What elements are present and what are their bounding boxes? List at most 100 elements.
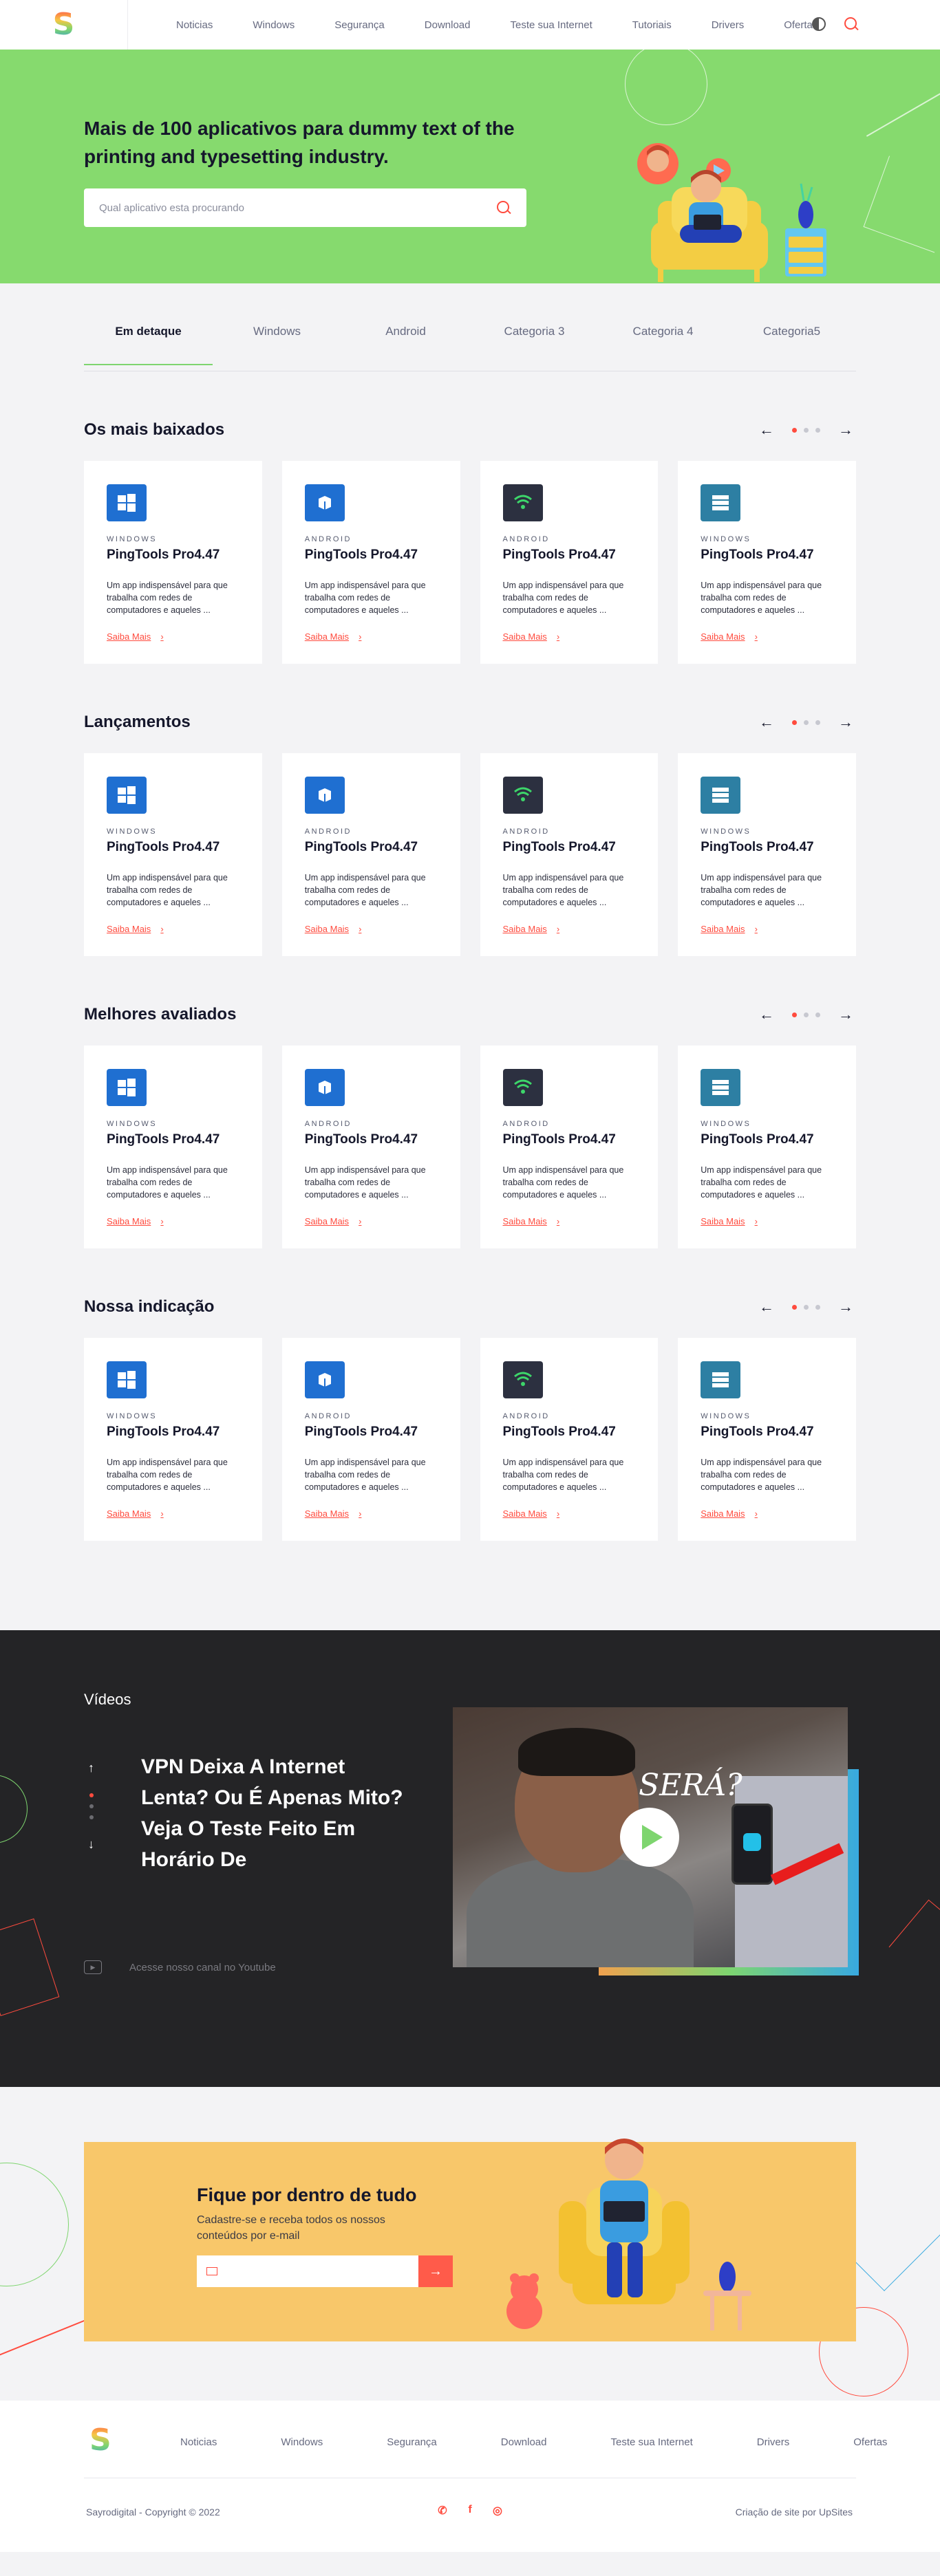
app-card[interactable]: WINDOWS PingTools Pro4.47 Um app indispe… — [84, 753, 262, 956]
site-credit[interactable]: Criação de site por UpSites — [736, 2507, 853, 2518]
pager-dot[interactable] — [804, 719, 809, 725]
arrow-right-icon[interactable]: → — [838, 715, 853, 730]
footer-nav-drivers[interactable]: Drivers — [757, 2436, 790, 2448]
app-card[interactable]: WINDOWS PingTools Pro4.47 Um app indispe… — [84, 1046, 262, 1248]
read-more-link[interactable]: Saiba Mais › — [107, 924, 164, 934]
app-card[interactable]: ANDROID PingTools Pro4.47 Um app indispe… — [480, 1046, 659, 1248]
subscribe-button[interactable]: → — [418, 2255, 453, 2287]
pager-dot[interactable] — [792, 1304, 797, 1310]
instagram-icon[interactable]: ◎ — [491, 2504, 504, 2518]
nav-noticias[interactable]: Noticias — [176, 19, 213, 31]
nav-teste-internet[interactable]: Teste sua Internet — [511, 19, 592, 31]
arrow-down-icon[interactable]: ↓ — [88, 1837, 94, 1852]
youtube-link[interactable]: ▶ Acesse nosso canal no Youtube — [84, 1960, 276, 1974]
app-title[interactable]: PingTools Pro4.47 — [305, 840, 438, 855]
pager-dot[interactable] — [89, 1815, 94, 1819]
arrow-right-icon[interactable]: → — [838, 1007, 853, 1022]
search-icon[interactable] — [496, 200, 511, 215]
read-more-link[interactable]: Saiba Mais › — [305, 1216, 362, 1226]
pager-dot[interactable] — [792, 1012, 797, 1017]
arrow-up-icon[interactable]: ↑ — [88, 1761, 94, 1775]
app-card[interactable]: ANDROID PingTools Pro4.47 Um app indispe… — [480, 1338, 659, 1541]
read-more-link[interactable]: Saiba Mais › — [305, 1508, 362, 1519]
arrow-left-icon[interactable]: ← — [759, 1299, 774, 1314]
app-card[interactable]: WINDOWS PingTools Pro4.47 Um app indispe… — [84, 461, 262, 664]
email-field[interactable] — [226, 2266, 409, 2277]
read-more-link[interactable]: Saiba Mais › — [503, 1216, 560, 1226]
pager-dot[interactable] — [792, 427, 797, 433]
app-card[interactable]: ANDROID PingTools Pro4.47 Um app indispe… — [281, 1046, 460, 1248]
app-card[interactable]: WINDOWS PingTools Pro4.47 Um app indispe… — [678, 461, 856, 664]
footer-nav-noticias[interactable]: Noticias — [180, 2436, 217, 2448]
app-title[interactable]: PingTools Pro4.47 — [503, 840, 636, 855]
arrow-right-icon[interactable]: → — [838, 1299, 853, 1314]
arrow-left-icon[interactable]: ← — [759, 1007, 774, 1022]
pager-dot[interactable] — [804, 1304, 809, 1310]
app-title[interactable]: PingTools Pro4.47 — [701, 548, 833, 563]
tab-em-destaque[interactable]: Em detaque — [84, 290, 213, 365]
search-icon[interactable] — [844, 17, 859, 32]
video-thumbnail[interactable]: SERÁ? — [453, 1707, 859, 1976]
arrow-left-icon[interactable]: ← — [759, 715, 774, 730]
app-title[interactable]: PingTools Pro4.47 — [305, 1132, 438, 1147]
read-more-link[interactable]: Saiba Mais › — [701, 631, 758, 642]
app-title[interactable]: PingTools Pro4.47 — [701, 840, 833, 855]
nav-windows[interactable]: Windows — [253, 19, 295, 31]
read-more-link[interactable]: Saiba Mais › — [107, 631, 164, 642]
pager-dot[interactable] — [815, 1304, 820, 1310]
app-card[interactable]: ANDROID PingTools Pro4.47 Um app indispe… — [480, 461, 659, 664]
app-card[interactable]: WINDOWS PingTools Pro4.47 Um app indispe… — [678, 1046, 856, 1248]
theme-toggle-icon[interactable] — [812, 17, 826, 31]
read-more-link[interactable]: Saiba Mais › — [701, 1216, 758, 1226]
tab-windows[interactable]: Windows — [213, 290, 341, 365]
footer-nav-windows[interactable]: Windows — [281, 2436, 323, 2448]
app-card[interactable]: WINDOWS PingTools Pro4.47 Um app indispe… — [678, 1338, 856, 1541]
nav-seguranca[interactable]: Segurança — [334, 19, 385, 31]
hero-search-input[interactable] — [99, 202, 496, 214]
nav-download[interactable]: Download — [425, 19, 471, 31]
app-title[interactable]: PingTools Pro4.47 — [107, 548, 239, 563]
read-more-link[interactable]: Saiba Mais › — [503, 924, 560, 934]
logo[interactable]: S — [0, 0, 128, 50]
arrow-left-icon[interactable]: ← — [759, 422, 774, 437]
facebook-icon[interactable]: f — [464, 2504, 476, 2518]
app-title[interactable]: PingTools Pro4.47 — [503, 548, 636, 563]
nav-tutoriais[interactable]: Tutoriais — [632, 19, 672, 31]
pager-dot[interactable] — [89, 1804, 94, 1808]
app-card[interactable]: ANDROID PingTools Pro4.47 Um app indispe… — [480, 753, 659, 956]
tab-categoria-3[interactable]: Categoria 3 — [470, 290, 599, 365]
pager-dot[interactable] — [804, 427, 809, 433]
arrow-right-icon[interactable]: → — [838, 422, 853, 437]
read-more-link[interactable]: Saiba Mais › — [503, 631, 560, 642]
app-card[interactable]: ANDROID PingTools Pro4.47 Um app indispe… — [281, 1338, 460, 1541]
tab-categoria-4[interactable]: Categoria 4 — [599, 290, 727, 365]
pager-dot[interactable] — [89, 1793, 94, 1797]
play-button[interactable] — [620, 1808, 679, 1867]
read-more-link[interactable]: Saiba Mais › — [503, 1508, 560, 1519]
tab-android[interactable]: Android — [341, 290, 470, 365]
app-title[interactable]: PingTools Pro4.47 — [701, 1425, 833, 1440]
footer-nav-download[interactable]: Download — [501, 2436, 547, 2448]
footer-nav-teste-internet[interactable]: Teste sua Internet — [611, 2436, 693, 2448]
footer-nav-ofertas[interactable]: Ofertas — [853, 2436, 887, 2448]
app-title[interactable]: PingTools Pro4.47 — [107, 1425, 239, 1440]
video-title[interactable]: VPN Deixa A Internet Lenta? Ou É Apenas … — [141, 1751, 416, 1875]
pager-dot[interactable] — [792, 719, 797, 725]
read-more-link[interactable]: Saiba Mais › — [305, 924, 362, 934]
read-more-link[interactable]: Saiba Mais › — [107, 1508, 164, 1519]
app-card[interactable]: ANDROID PingTools Pro4.47 Um app indispe… — [281, 753, 460, 956]
app-title[interactable]: PingTools Pro4.47 — [503, 1425, 636, 1440]
app-title[interactable]: PingTools Pro4.47 — [107, 840, 239, 855]
app-title[interactable]: PingTools Pro4.47 — [701, 1132, 833, 1147]
nav-drivers[interactable]: Drivers — [712, 19, 745, 31]
app-card[interactable]: ANDROID PingTools Pro4.47 Um app indispe… — [281, 461, 460, 664]
footer-nav-seguranca[interactable]: Segurança — [387, 2436, 437, 2448]
pager-dot[interactable] — [815, 719, 820, 725]
whatsapp-icon[interactable]: ✆ — [436, 2504, 449, 2518]
app-title[interactable]: PingTools Pro4.47 — [305, 1425, 438, 1440]
pager-dot[interactable] — [804, 1012, 809, 1017]
read-more-link[interactable]: Saiba Mais › — [701, 1508, 758, 1519]
app-title[interactable]: PingTools Pro4.47 — [107, 1132, 239, 1147]
app-title[interactable]: PingTools Pro4.47 — [305, 548, 438, 563]
tab-categoria-5[interactable]: Categoria5 — [727, 290, 856, 365]
